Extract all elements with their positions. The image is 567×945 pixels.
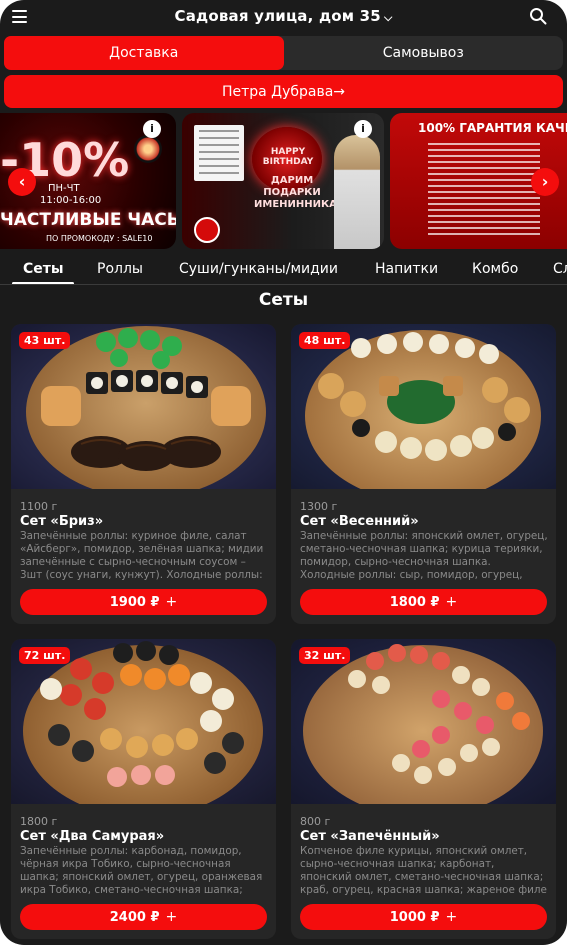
product-price: 1000 ₽ [389,909,440,925]
product-card[interactable]: 48 шт. 1300 г Сет «Весенний» Запечённые … [291,324,556,624]
chevron-down-icon: ⌵ [383,11,393,24]
search-icon[interactable] [529,7,547,25]
piece-count-badge: 72 шт. [19,647,71,664]
product-name: Сет «Бриз» [20,514,104,529]
plus-icon: + [445,594,458,610]
product-card[interactable]: 43 шт. 1100 г Сет «Бриз» Запечённые ролл… [11,324,276,624]
plus-icon: + [445,909,458,925]
banner-title: ЧАСТЛИВЫЕ ЧАСЫ [0,210,176,230]
product-description: Запечённые роллы: японский омлет, огурец… [300,530,548,581]
info-icon[interactable]: i [143,120,161,138]
product-card[interactable]: 72 шт. 1800 г Сет «Два Самурая» Запечённ… [11,639,276,939]
tab-sushi[interactable]: Суши/гунканы/мидии [179,261,338,277]
birthday-note-image [194,125,244,181]
pickup-option[interactable]: Самовывоз [284,36,564,70]
chevron-left-icon[interactable]: ‹ [8,168,36,196]
product-price: 1800 ₽ [389,594,440,610]
tabs-divider [0,284,567,285]
delivery-option[interactable]: Доставка [4,36,284,70]
promo-banner-birthday[interactable]: HAPPY BIRTHDAY ДАРИМ ПОДАРКИ ИМЕНИННИКАМ… [182,113,384,249]
product-weight: 1800 г [20,815,58,828]
category-tabs: Сеты Роллы Суши/гунканы/мидии Напитки Ко… [0,256,567,286]
banner-hours: 11:00-16:00 [40,195,102,206]
banner-title: 100% ГАРАНТИЯ КАЧЕСТВА [418,121,567,135]
banner-days: ПН-ЧТ [48,183,80,194]
piece-count-badge: 48 шт. [299,332,351,349]
chevron-right-icon[interactable]: › [531,168,559,196]
sushi-roll-image [134,135,162,163]
product-name: Сет «Два Самурая» [20,829,165,844]
promo-carousel: -10% ПН-ЧТ 11:00-16:00 ЧАСТЛИВЫЕ ЧАСЫ ПО… [0,113,567,251]
add-to-cart-button[interactable]: 1000 ₽ + [300,904,547,930]
add-to-cart-button[interactable]: 1800 ₽ + [300,589,547,615]
product-description: Запечённые роллы: карбонад, помидор, чёр… [20,845,263,896]
product-name: Сет «Весенний» [300,514,419,529]
branch-selector-button[interactable]: Петра Дубрава→ [4,75,563,108]
model-photo [334,135,380,249]
tab-drinks[interactable]: Напитки [375,261,438,277]
product-weight: 1100 г [20,500,58,513]
product-description: Запечённые роллы: куриное филе, салат «А… [20,530,264,581]
product-name: Сет «Запечённый» [300,829,440,844]
address-selector[interactable]: Садовая улица, дом 35 ⌵ [0,7,567,25]
banner-greeting: HAPPY BIRTHDAY [262,147,314,167]
add-to-cart-button[interactable]: 2400 ₽ + [20,904,267,930]
product-description: Копченое филе курицы, японский омлет, сы… [300,845,547,896]
piece-count-badge: 32 шт. [299,647,351,664]
banner-promo-code: ПО ПРОМОКОДУ : SALE10 [46,234,153,243]
app-screen: Садовая улица, дом 35 ⌵ Доставка Самовыво… [0,0,567,945]
product-card[interactable]: 32 шт. 800 г Сет «Запечённый» Копченое ф… [291,639,556,939]
product-weight: 1300 г [300,500,338,513]
product-price: 1900 ₽ [109,594,160,610]
plus-icon: + [165,594,178,610]
address-label: Садовая улица, дом 35 [174,7,381,25]
product-price: 2400 ₽ [109,909,160,925]
top-bar: Садовая улица, дом 35 ⌵ [0,0,567,34]
tab-combo[interactable]: Комбо [472,261,518,277]
add-to-cart-button[interactable]: 1900 ₽ + [20,589,267,615]
banner-title: ДАРИМ ПОДАРКИ ИМЕНИННИКАМ [254,175,347,210]
plus-icon: + [165,909,178,925]
tab-more[interactable]: Сл [553,261,567,277]
brand-logo [194,217,220,243]
product-weight: 800 г [300,815,331,828]
section-title: Сеты [258,290,309,310]
tab-sets[interactable]: Сеты [23,261,64,277]
info-icon[interactable]: i [354,120,372,138]
delivery-mode-toggle: Доставка Самовывоз [4,36,563,70]
piece-count-badge: 43 шт. [19,332,71,349]
tab-rolls[interactable]: Роллы [97,261,143,277]
